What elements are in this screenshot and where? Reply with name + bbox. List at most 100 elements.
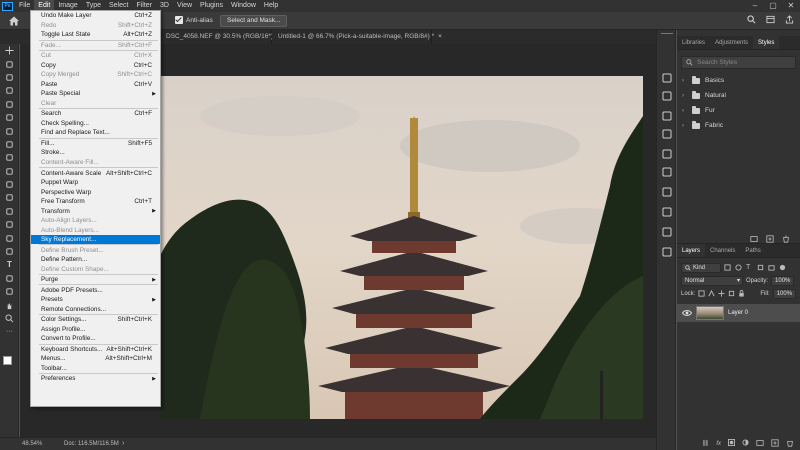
menu-item-adobe-pdf-presets[interactable]: Adobe PDF Presets... — [31, 285, 160, 295]
character-panel-icon[interactable] — [661, 148, 673, 160]
menu-item-perspective-warp[interactable]: Perspective Warp — [31, 187, 160, 197]
menu-item-menus[interactable]: Menus... Alt+Shift+Ctrl+M — [31, 354, 160, 364]
anti-alias-checkbox[interactable] — [175, 16, 183, 24]
fill-field[interactable]: 100% — [772, 288, 797, 299]
type-tool-icon[interactable]: T — [0, 258, 19, 271]
menu-item-define-pattern[interactable]: Define Pattern... — [31, 255, 160, 265]
menu-item-free-transform[interactable]: Free Transform Ctrl+T — [31, 197, 160, 207]
quick-selection-tool-icon[interactable] — [0, 84, 19, 97]
menu-item-undo-make-layer[interactable]: Undo Make Layer Ctrl+Z — [31, 11, 160, 21]
tab-untitled-1[interactable]: Untitled-1 @ 66.7% (Pick-a-suitable-imag… — [272, 30, 442, 44]
status-menu-arrow[interactable]: › — [122, 440, 124, 447]
tab-channels[interactable]: Channels — [705, 244, 740, 257]
path-selection-tool-icon[interactable] — [0, 272, 19, 285]
tab-libraries[interactable]: Libraries — [677, 36, 710, 49]
home-icon[interactable] — [8, 15, 20, 27]
menu-item-puppet-warp[interactable]: Puppet Warp — [31, 178, 160, 188]
menu-item-remote-connections[interactable]: Remote Connections... — [31, 304, 160, 314]
eye-icon[interactable] — [681, 309, 693, 317]
filter-type-icon[interactable]: T — [746, 264, 754, 272]
menu-item-color-settings[interactable]: Color Settings... Shift+Ctrl+K — [31, 315, 160, 325]
tab-layers[interactable]: Layers — [677, 244, 706, 257]
lock-pixels-icon[interactable] — [708, 289, 715, 298]
tab-adjustments[interactable]: Adjustments — [710, 36, 753, 49]
document-image[interactable] — [160, 76, 643, 419]
delete-layer-icon[interactable] — [786, 439, 794, 449]
style-group-natural[interactable]: › Natural — [677, 88, 800, 103]
close-tab-icon[interactable]: × — [438, 33, 442, 40]
menu-item-check-spelling[interactable]: Check Spelling... — [31, 119, 160, 129]
layer-filter-kind[interactable]: Kind — [681, 262, 721, 273]
search-icon[interactable] — [747, 15, 756, 26]
tab-paths[interactable]: Paths — [740, 244, 765, 257]
menu-item-presets[interactable]: Presets ▶ — [31, 295, 160, 305]
actions-panel-icon[interactable] — [661, 246, 673, 258]
chevron-right-icon[interactable]: › — [682, 78, 687, 84]
menu-item-convert-to-profile[interactable]: Convert to Profile... — [31, 334, 160, 344]
adjustment-layer-icon[interactable] — [742, 439, 749, 448]
style-group-fur[interactable]: › Fur — [677, 103, 800, 118]
rectangle-tool-icon[interactable] — [0, 285, 19, 298]
history-brush-icon[interactable] — [0, 178, 19, 191]
menu-item-purge[interactable]: Purge ▶ — [31, 275, 160, 285]
lock-artboard-icon[interactable] — [728, 290, 735, 298]
styles-search-field[interactable]: Search Styles — [681, 56, 796, 69]
layer-style-icon[interactable]: fx — [716, 441, 721, 447]
close-window-icon[interactable]: ✕ — [782, 0, 800, 12]
brush-settings-icon[interactable] — [661, 110, 673, 122]
hand-tool-icon[interactable] — [0, 298, 19, 311]
zoom-tool-icon[interactable] — [0, 312, 19, 325]
style-group-basics[interactable]: › Basics — [677, 73, 800, 88]
menu-view[interactable]: View — [173, 0, 196, 12]
properties-panel-icon[interactable] — [661, 90, 673, 102]
filter-shape-icon[interactable] — [757, 264, 765, 272]
lasso-tool-icon[interactable] — [0, 71, 19, 84]
maximize-icon[interactable]: ▢ — [764, 0, 782, 12]
menu-item-assign-profile[interactable]: Assign Profile... — [31, 325, 160, 335]
new-group-icon[interactable] — [756, 439, 764, 449]
menu-item-transform[interactable]: Transform ▶ — [31, 206, 160, 216]
gradient-tool-icon[interactable] — [0, 205, 19, 218]
filter-toggle-icon[interactable] — [779, 264, 787, 272]
chevron-right-icon[interactable]: › — [682, 108, 687, 114]
tab-styles[interactable]: Styles — [753, 36, 780, 49]
eyedropper-tool-icon[interactable] — [0, 124, 19, 137]
navigator-panel-icon[interactable] — [661, 206, 673, 218]
filter-adjustment-icon[interactable] — [735, 263, 743, 272]
paragraph-panel-icon[interactable] — [661, 166, 673, 178]
menu-item-toggle-last-state[interactable]: Toggle Last State Alt+Ctrl+Z — [31, 30, 160, 40]
photoshop-logo[interactable]: Ps — [2, 1, 13, 11]
menu-item-keyboard-shortcuts[interactable]: Keyboard Shortcuts... Alt+Shift+Ctrl+K — [31, 345, 160, 355]
anti-alias-option[interactable]: Anti-alias — [175, 16, 213, 24]
link-layers-icon[interactable]: ⛓ — [702, 440, 710, 447]
zoom-level[interactable]: 48.54% — [22, 441, 42, 447]
minimize-icon[interactable]: – — [746, 0, 764, 12]
brush-tool-icon[interactable] — [0, 151, 19, 164]
lock-position-icon[interactable] — [718, 289, 725, 298]
menu-window[interactable]: Window — [227, 0, 260, 12]
filter-smart-object-icon[interactable] — [768, 264, 776, 272]
swatches-panel-icon[interactable] — [661, 226, 673, 238]
menu-item-search[interactable]: Search Ctrl+F — [31, 109, 160, 119]
dodge-tool-icon[interactable] — [0, 231, 19, 244]
layer-row[interactable]: Layer 0 — [677, 304, 800, 322]
pen-tool-icon[interactable] — [0, 245, 19, 258]
menu-plugins[interactable]: Plugins — [196, 0, 227, 12]
menu-item-fill[interactable]: Fill... Shift+F5 — [31, 139, 160, 149]
tab-dsc-4058[interactable]: DSC_4058.NEF @ 30.5% (RGB/16*)× — [160, 30, 281, 44]
select-and-mask-button[interactable]: Select and Mask... — [220, 15, 288, 27]
crop-tool-icon[interactable] — [0, 98, 19, 111]
menu-item-sky-replacement[interactable]: Sky Replacement... — [31, 234, 160, 245]
filter-pixel-icon[interactable] — [724, 263, 732, 272]
new-layer-icon[interactable] — [771, 438, 779, 449]
share-icon[interactable] — [785, 15, 794, 26]
menu-item-content-aware-scale[interactable]: Content-Aware Scale Alt+Shift+Ctrl+C — [31, 168, 160, 178]
collapse-handle[interactable] — [661, 33, 673, 36]
blend-mode-select[interactable]: Normal ▾ — [681, 275, 743, 286]
layer-name[interactable]: Layer 0 — [728, 310, 748, 316]
menu-item-paste[interactable]: Paste Ctrl+V — [31, 80, 160, 90]
menu-item-toolbar[interactable]: Toolbar... — [31, 364, 160, 374]
menu-item-copy[interactable]: Copy Ctrl+C — [31, 61, 160, 71]
artboard-tool-icon[interactable] — [0, 57, 19, 70]
more-tools-icon[interactable]: ··· — [0, 325, 19, 338]
